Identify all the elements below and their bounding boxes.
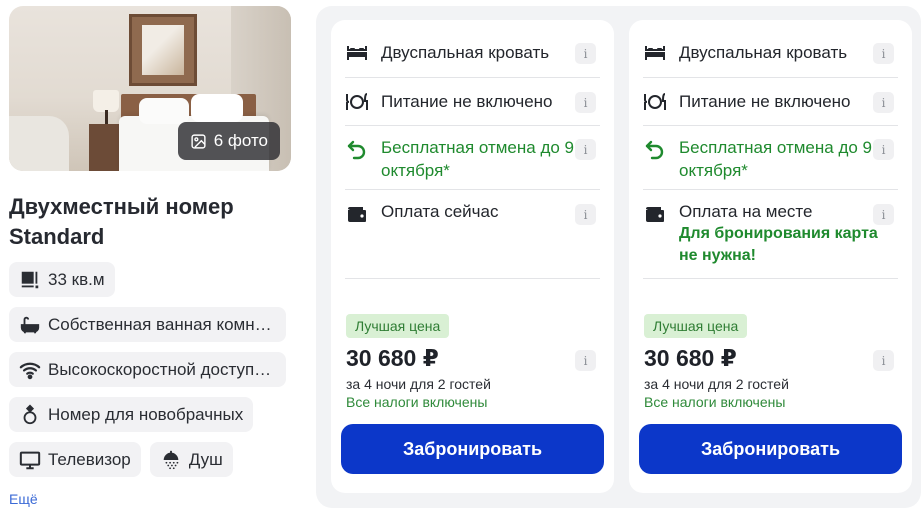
info-icon[interactable]: i — [575, 204, 596, 225]
offer-card: Двуспальная кровать i Питание не включен… — [331, 20, 614, 493]
payment-note: Для бронирования карта не нужна! — [679, 225, 878, 264]
price: 30 680 ₽ — [644, 345, 737, 371]
amenity-label: Телевизор — [48, 449, 131, 469]
amenity-chip-honeymoon: Номер для новобрачных — [9, 397, 254, 432]
meal-row: Питание не включено i — [345, 78, 600, 126]
tv-icon — [19, 451, 41, 469]
payment-label: Оплата сейчас — [381, 200, 581, 223]
payment-method: Оплата на месте — [679, 202, 813, 221]
amenity-chip-bathroom: Собственная ванная комн… — [9, 307, 286, 342]
info-icon[interactable]: i — [873, 43, 894, 64]
amenity-label: 33 кв.м — [48, 269, 105, 289]
amenity-label: Собственная ванная комн… — [48, 314, 272, 334]
info-icon[interactable]: i — [575, 43, 596, 64]
photo-count-button[interactable]: 6 фото — [177, 122, 280, 160]
taxes-note: Все налоги включены — [346, 394, 488, 410]
cancel-row: Бесплатная отмена до 9 октября* i — [345, 126, 600, 190]
amenities-list: 33 кв.м Собственная ванная комн… Высокос… — [9, 262, 299, 477]
amenity-label: Душ — [188, 449, 223, 469]
cancel-row: Бесплатная отмена до 9 октября* i — [643, 126, 898, 190]
amenity-chip-shower: Душ — [149, 442, 233, 477]
bed-icon — [645, 46, 665, 60]
cancel-label: Бесплатная отмена до 9 октября* — [381, 138, 575, 180]
payment-label: Оплата на месте Для бронирования карта н… — [679, 200, 879, 267]
price: 30 680 ₽ — [346, 345, 439, 371]
photo-count-label: 6 фото — [213, 131, 268, 150]
amenity-chip-area: 33 кв.м — [9, 262, 115, 297]
room-size-icon — [21, 271, 39, 288]
shower-icon — [163, 450, 179, 469]
bathtub-icon — [20, 316, 40, 334]
nights-guests: за 4 ночи для 2 гостей — [644, 376, 789, 392]
undo-arrow-icon — [645, 140, 664, 160]
image-icon — [191, 133, 206, 149]
nights-guests: за 4 ночи для 2 гостей — [346, 376, 491, 392]
meal-icon — [346, 93, 368, 110]
best-price-badge: Лучшая цена — [346, 314, 450, 338]
amenity-chip-wifi: Высокоскоростной доступ… — [9, 352, 286, 387]
info-icon[interactable]: i — [575, 92, 596, 113]
bed-label: Двуспальная кровать — [679, 43, 848, 62]
room-photo[interactable]: 6 фото — [9, 6, 291, 171]
book-button[interactable]: Забронировать — [341, 424, 604, 474]
meal-icon — [644, 93, 666, 110]
wallet-icon — [646, 207, 664, 222]
cancel-label: Бесплатная отмена до 9 октября* — [679, 138, 873, 180]
payment-method: Оплата сейчас — [381, 202, 499, 221]
payment-row: Оплата на месте Для бронирования карта н… — [643, 190, 898, 279]
info-icon[interactable]: i — [873, 139, 894, 160]
more-amenities-link[interactable]: Ещё — [9, 491, 299, 507]
room-info: 6 фото Двухместный номер Standard 33 кв.… — [9, 6, 299, 507]
bed-row: Двуспальная кровать i — [345, 32, 600, 78]
meal-label: Питание не включено — [381, 92, 553, 111]
price-info-icon[interactable]: i — [873, 350, 894, 371]
room-title: Двухместный номер Standard — [9, 194, 234, 249]
bed-label: Двуспальная кровать — [381, 43, 550, 62]
book-button[interactable]: Забронировать — [639, 424, 902, 474]
meal-label: Питание не включено — [679, 92, 851, 111]
wallet-icon — [348, 207, 366, 222]
price-info-icon[interactable]: i — [575, 350, 596, 371]
bed-row: Двуспальная кровать i — [643, 32, 898, 78]
taxes-note: Все налоги включены — [644, 394, 786, 410]
bed-icon — [347, 46, 367, 60]
info-icon[interactable]: i — [873, 92, 894, 113]
best-price-badge: Лучшая цена — [644, 314, 748, 338]
rings-icon — [23, 404, 37, 424]
offers-panel: Двуспальная кровать i Питание не включен… — [316, 6, 921, 508]
amenity-label: Номер для новобрачных — [48, 404, 244, 424]
undo-arrow-icon — [347, 140, 366, 160]
info-icon[interactable]: i — [575, 139, 596, 160]
info-icon[interactable]: i — [873, 204, 894, 225]
meal-row: Питание не включено i — [643, 78, 898, 126]
wifi-icon — [19, 362, 41, 379]
payment-row: Оплата сейчас i — [345, 190, 600, 279]
offer-card: Двуспальная кровать i Питание не включен… — [629, 20, 912, 493]
amenity-label: Высокоскоростной доступ… — [48, 359, 272, 379]
amenity-chip-tv: Телевизор — [9, 442, 141, 477]
